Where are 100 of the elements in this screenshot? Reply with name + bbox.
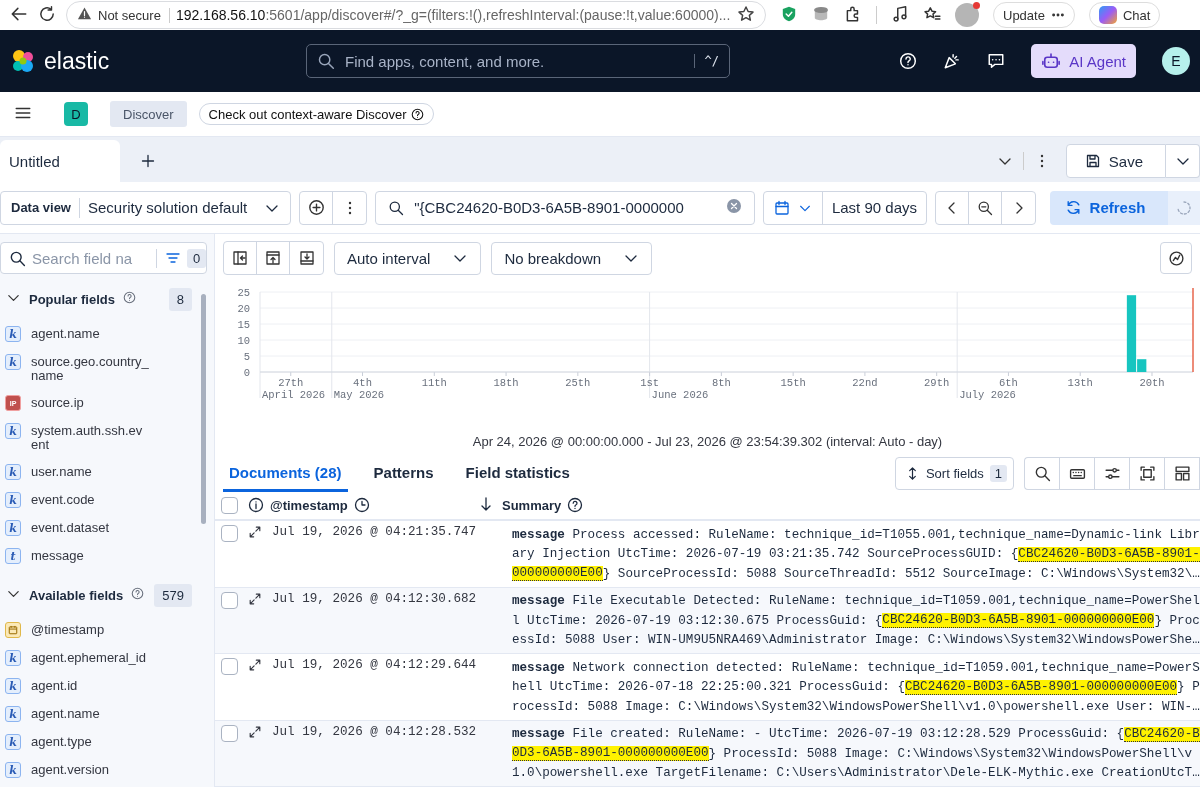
field-name[interactable]: source.geo.country_name <box>31 354 149 383</box>
column-header[interactable]: Summary <box>502 497 562 513</box>
star-icon[interactable] <box>737 4 755 23</box>
axis-tick-label: 18th <box>493 377 519 389</box>
type-badge: k <box>5 762 21 778</box>
chat-icon[interactable] <box>987 52 1006 70</box>
security-label: Not secure <box>98 7 170 23</box>
breakdown-dropdown[interactable]: No breakdown <box>491 241 653 275</box>
summary-text: File Executable Detected: RuleName: technique_id=T1059.001,technique_name=PowerShel <box>572 594 1200 609</box>
field-name[interactable]: source.ip <box>31 395 149 410</box>
type-badge: k <box>5 423 21 439</box>
search-icon <box>317 52 335 70</box>
global-search-input[interactable]: Find apps, content, and more. <box>343 51 686 71</box>
row-checkbox[interactable] <box>221 724 238 742</box>
axis-tick-label: 25 <box>237 287 250 299</box>
shield-icon[interactable] <box>780 4 798 23</box>
axis-tick-label: 8th <box>711 377 731 389</box>
tab[interactable]: Documents (28) <box>223 455 348 492</box>
timestamp-cell: Jul 19, 2026 @ 04:12:28.532 <box>272 724 477 739</box>
group-title: Available fields <box>29 587 124 603</box>
row-checkbox[interactable] <box>221 525 238 542</box>
axis-tick-label: 25th <box>565 377 591 389</box>
search-icon <box>9 249 26 267</box>
search-icon <box>388 199 405 216</box>
expand-icon[interactable] <box>248 525 262 539</box>
save-button[interactable]: Save <box>1065 144 1166 178</box>
axis-tick-label: 13th <box>1067 377 1093 389</box>
field-label: message <box>512 594 566 609</box>
layout-icon <box>1173 465 1191 482</box>
field-search[interactable]: Search field na 0 <box>0 242 207 274</box>
field-name[interactable]: event.code <box>31 492 149 507</box>
music-icon[interactable] <box>891 4 909 23</box>
field-name[interactable]: system.auth.ssh.event <box>31 423 149 452</box>
select-all-checkbox[interactable] <box>221 496 238 514</box>
tab[interactable]: Untitled <box>0 140 120 182</box>
expand-icon[interactable] <box>248 658 262 672</box>
user-avatar[interactable]: E <box>1162 47 1190 75</box>
party-icon[interactable] <box>943 52 962 70</box>
global-search-field[interactable]: Find apps, content, and more. ^/ <box>306 44 730 78</box>
filter-icon[interactable] <box>165 250 181 266</box>
field-name[interactable]: user.name <box>31 464 149 479</box>
axis-tick-label: 15th <box>780 377 806 389</box>
field-name[interactable]: event.dataset <box>31 520 149 535</box>
field-name[interactable]: agent.id <box>31 678 149 693</box>
database-icon[interactable] <box>812 4 830 23</box>
field-search-input[interactable]: Search field na <box>32 249 150 267</box>
update-button[interactable]: Update <box>993 2 1075 28</box>
summary-text: } Proc <box>1154 613 1200 628</box>
search-icon <box>1033 465 1051 482</box>
help-icon <box>131 587 145 600</box>
axis-tick-label: 1st <box>640 377 660 389</box>
help-icon <box>567 497 584 513</box>
tab[interactable]: Patterns <box>367 455 440 492</box>
kebab-icon <box>347 200 352 215</box>
spinner-icon <box>1176 199 1192 216</box>
query-field[interactable]: "{CBC24620-B0D3-6A5B-8901-0000000 <box>375 190 755 225</box>
summary-text: File created: RuleName: - UtcTime: 2026-07-19 03:12:28.529 ProcessGuid: { <box>572 727 1125 742</box>
search-highlight: CBC24620-B0D3-6A5B-8901-000000000E00 <box>882 613 1155 629</box>
tab[interactable]: Field statistics <box>459 455 576 492</box>
clear-icon[interactable] <box>725 198 742 214</box>
plus-circle-icon <box>307 199 325 216</box>
time-range-caption: Apr 24, 2026 @ 00:00:00.000 - Jul 23, 2026 @ 23:54:39.302 (interval: Auto - day) <box>472 434 943 449</box>
interval-dropdown[interactable]: Auto interval <box>334 241 482 275</box>
expand-icon[interactable] <box>248 724 262 739</box>
column-header[interactable]: @timestamp <box>270 497 348 513</box>
ai-agent-button[interactable]: AI Agent <box>1031 44 1136 78</box>
chart-circle-icon <box>1167 249 1185 267</box>
sort-fields-button[interactable]: Sort fields 1 <box>894 457 1014 490</box>
field-name[interactable]: agent.name <box>31 326 149 341</box>
row-checkbox[interactable] <box>221 658 238 675</box>
field-name[interactable]: message <box>31 548 149 563</box>
search-highlight: CBC24620-B0D3-6A5B-8901- <box>1018 546 1200 562</box>
row-checkbox[interactable] <box>221 591 238 609</box>
scrollbar[interactable] <box>201 294 206 524</box>
axis-tick-label: 5 <box>243 351 250 363</box>
field-name[interactable]: agent.version <box>31 762 149 777</box>
field-label: message <box>512 727 566 742</box>
expand-icon[interactable] <box>248 591 262 606</box>
space-avatar[interactable]: D <box>64 102 88 126</box>
profile-avatar[interactable] <box>955 3 979 27</box>
field-name[interactable]: agent.ephemeral_id <box>31 650 149 665</box>
breadcrumb[interactable]: Discover <box>110 101 187 127</box>
chat-button[interactable]: Chat <box>1088 2 1161 28</box>
summary-text: rocessId: 5088 Image: C:\Windows\System32\WindowsPowerShell\v1.0\powershell.exe User: WIN-… <box>512 699 1200 714</box>
reload-icon[interactable] <box>38 4 56 23</box>
field-name[interactable]: agent.name <box>31 706 149 721</box>
refresh-button[interactable]: Refresh <box>1050 190 1168 225</box>
type-badge: k <box>5 492 21 508</box>
search-highlight: 0D3-6A5B-8901-000000000E00 <box>512 746 709 762</box>
field-name[interactable]: @timestamp <box>31 622 149 637</box>
help-icon[interactable] <box>899 52 918 70</box>
favorites-icon[interactable] <box>923 4 941 23</box>
field-name[interactable]: agent.type <box>31 734 149 749</box>
chart-options-button[interactable] <box>1160 242 1192 274</box>
field-label: message <box>512 660 566 675</box>
type-badge: t <box>5 548 21 564</box>
info-icon <box>248 497 264 513</box>
axis-tick-label: 29th <box>924 377 950 389</box>
data-view-dropdown[interactable]: Security solution default <box>80 191 291 224</box>
summary-text: } ProcessId: 5088 Image: C:\Windows\System32\WindowsPowerShell\v <box>708 746 1193 761</box>
